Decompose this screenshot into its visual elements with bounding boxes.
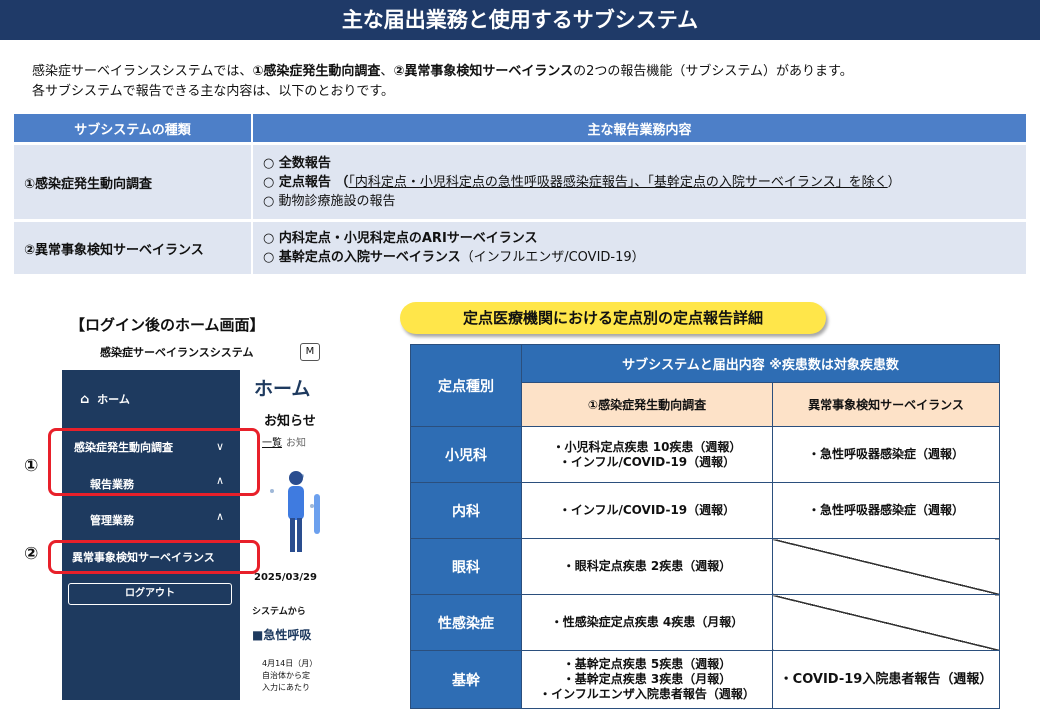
kind-cell: 基幹 [410,650,522,709]
highlight-box-1 [48,428,260,496]
header-col-surveillance: ①感染症発生動向調査 [521,382,773,427]
col1-cell: ・性感染症定点疾患 4疾患（月報） [521,594,773,651]
intro-line-2: 各サブシステムで報告できる主な内容は、以下のとおりです。 [32,84,395,99]
exclusion-note: 「内科定点・小児科定点の急性呼吸器感染症報告」、「基幹定点の入院サーベイランス」… [348,174,888,190]
chevron-up-icon[interactable]: ∧ [216,510,224,523]
col2-cell: ・急性呼吸器感染症（週報） [772,426,1000,483]
sidebar: ⌂ ホーム 感染症発生動向調査 ∨ 報告業務 ∧ 管理業務 ∧ 異常事象検知サー… [62,370,240,700]
detail-title-pill: 定点医療機関における定点別の定点報告詳細 [400,302,826,334]
header-report-content: 主な報告業務内容 [252,114,1026,144]
header-subsystem-type: サブシステムの種類 [14,114,253,144]
news-line: 入力にあたり [262,683,310,692]
subsystem-content: ○ 内科定点・小児科定点のARIサーベイランス ○ 基幹定点の入院サーベイランス… [252,219,1026,274]
subsystem-content: ○ 全数報告 ○ 定点報告 （「内科定点・小児科定点の急性呼吸器感染症報告」、「… [252,142,1026,221]
empty-diagonal-cell [772,594,1000,651]
illustration-image [270,471,320,552]
home-icon: ⌂ [80,392,90,407]
news-line: 自治体から定 [262,671,310,680]
page-title: 主な届出業務と使用するサブシステム [0,0,1040,40]
news-date: 2025/03/29 [254,572,317,583]
intro-text: 感染症サーベイランスシステムでは、①感染症発生動向調査、②異常事象検知サーベイラ… [32,62,853,102]
col2-cell: ・急性呼吸器感染症（週報） [772,482,1000,539]
table-row: ①感染症発生動向調査 ○ 全数報告 ○ 定点報告 （「内科定点・小児科定点の急性… [14,142,1026,221]
col1-cell: ・基幹定点疾患 5疾患（週報） ・基幹定点疾患 3疾患（月報） ・インフルエンザ入院… [521,650,773,709]
detail-table: 定点種別 サブシステムと届出内容 ※疾患数は対象疾患数 ①感染症発生動向調査 異… [410,344,1000,709]
news-line: 4月14日（月） [262,659,318,668]
subsystem-table: サブシステムの種類 主な報告業務内容 ①感染症発生動向調査 ○ 全数報告 ○ 定… [14,114,1026,274]
kind-cell: 内科 [410,482,522,539]
sidebar-item-home[interactable]: ⌂ ホーム [80,391,130,407]
logout-button[interactable]: ログアウト [68,583,232,605]
main-panel: ホーム お知らせ 一覧 お知 2025/03/29 システムから ■急性呼吸 4… [240,370,320,700]
table-row: 眼科 ・眼科定点疾患 2疾患（週報） [410,538,1000,595]
kind-cell: 小児科 [410,426,522,483]
notice-heading: お知らせ [264,414,316,429]
table-row: ②異常事象検知サーベイランス ○ 内科定点・小児科定点のARIサーベイランス ○… [14,219,1026,274]
main-heading: ホーム [254,378,311,400]
menu-button[interactable]: M [300,343,320,361]
table-row: 内科 ・インフル/COVID-19（週報） ・急性呼吸器感染症（週報） [410,482,1000,539]
col2-cell: ・COVID-19入院患者報告（週報） [772,650,1000,709]
intro-line-1: 感染症サーベイランスシステムでは、①感染症発生動向調査、②異常事象検知サーベイラ… [32,64,853,79]
header-col-anomaly: 異常事象検知サーベイランス [772,382,1000,427]
table-row: 性感染症 ・性感染症定点疾患 4疾患（月報） [410,594,1000,651]
col1-cell: ・インフル/COVID-19（週報） [521,482,773,539]
marker-1: ① [24,456,39,476]
table-row: 基幹 ・基幹定点疾患 5疾患（週報） ・基幹定点疾患 3疾患（月報） ・インフルエン… [410,650,1000,709]
kind-cell: 性感染症 [410,594,522,651]
empty-diagonal-cell [772,538,1000,595]
marker-2: ② [24,544,39,564]
table-row: 小児科 ・小児科定点疾患 10疾患（週報） ・インフル/COVID-19（週報） … [410,426,1000,483]
highlight-box-2 [48,540,260,574]
news-source: システムから [252,607,306,617]
kind-cell: 眼科 [410,538,522,595]
tab-notice[interactable]: お知 [286,434,306,449]
app-title: 感染症サーベイランスシステム [100,346,254,359]
col1-cell: ・眼科定点疾患 2疾患（週報） [521,538,773,595]
subsystem-name: ②異常事象検知サーベイランス [14,219,253,274]
news-title[interactable]: ■急性呼吸 [252,626,311,643]
header-group: サブシステムと届出内容 ※疾患数は対象疾患数 [521,344,1000,383]
header-kind: 定点種別 [410,344,522,427]
home-screen-caption: 【ログイン後のホーム画面】 [70,316,265,334]
subsystem-name: ①感染症発生動向調査 [14,142,253,221]
tab-list[interactable]: 一覧 [262,434,282,449]
sidebar-item-admin[interactable]: 管理業務 [90,512,134,528]
col1-cell: ・小児科定点疾患 10疾患（週報） ・インフル/COVID-19（週報） [521,426,773,483]
